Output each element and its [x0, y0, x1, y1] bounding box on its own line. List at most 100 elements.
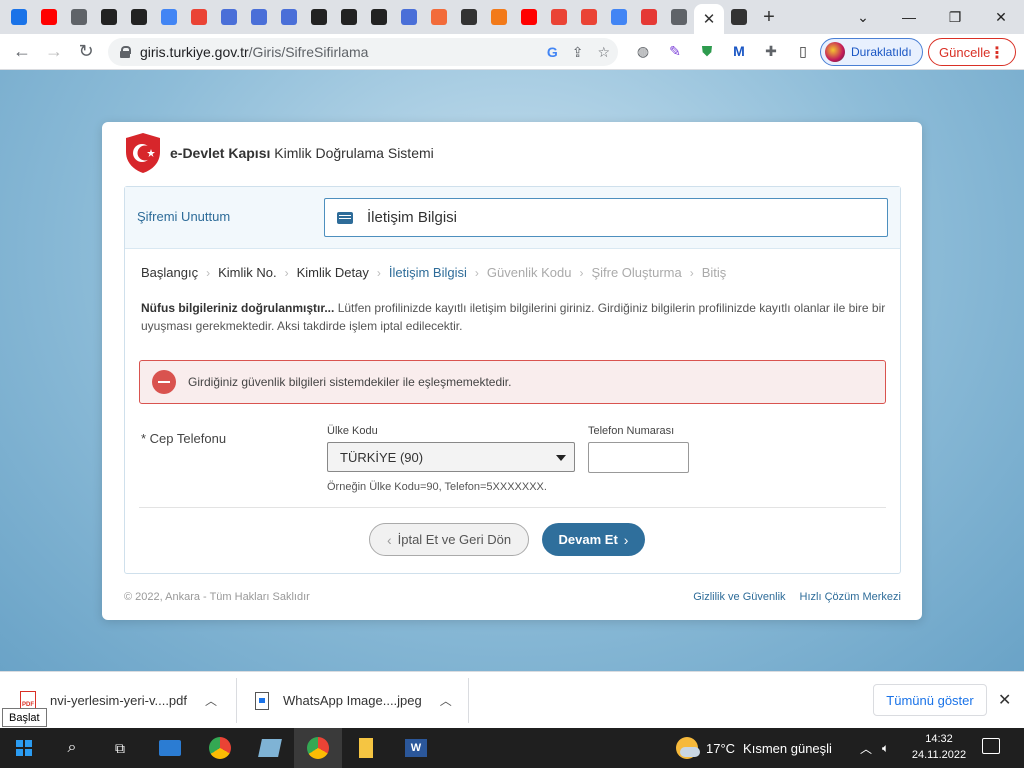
- tab[interactable]: [664, 0, 694, 34]
- m-extension-icon[interactable]: M: [728, 40, 750, 62]
- phone-number-input[interactable]: [588, 442, 689, 473]
- new-tab-button[interactable]: +: [754, 0, 784, 34]
- trendyol-icon: [491, 9, 507, 25]
- tab[interactable]: [574, 0, 604, 34]
- weather-widget[interactable]: 17°C Kısmen güneşli: [676, 728, 832, 768]
- google-icon: [611, 9, 627, 25]
- notes-app-icon[interactable]: [246, 728, 294, 768]
- cancel-button[interactable]: ‹ İptal Et ve Geri Dön: [369, 523, 529, 556]
- tab[interactable]: [304, 0, 334, 34]
- gmail-icon: [551, 9, 567, 25]
- chevron-right-icon: ›: [689, 265, 694, 280]
- site-icon: [131, 9, 147, 25]
- tab[interactable]: [124, 0, 154, 34]
- tab[interactable]: [724, 0, 754, 34]
- tab[interactable]: [484, 0, 514, 34]
- store-icon: [251, 9, 267, 25]
- chevron-up-icon[interactable]: ︿: [860, 740, 872, 757]
- chevron-up-icon[interactable]: ︿: [205, 692, 217, 709]
- address-bar[interactable]: giris.turkiye.gov.tr /Giris/SifreSifirla…: [108, 38, 618, 66]
- globe-extension-icon[interactable]: ◍: [632, 40, 654, 62]
- youtube-icon: [41, 9, 57, 25]
- share-icon[interactable]: ⇪: [572, 44, 584, 61]
- clock[interactable]: 14:32 24.11.2022: [909, 731, 969, 763]
- back-icon[interactable]: ←: [6, 36, 38, 68]
- tab[interactable]: [364, 0, 394, 34]
- tab[interactable]: [394, 0, 424, 34]
- word-icon[interactable]: W: [392, 728, 440, 768]
- continue-button[interactable]: Devam Et ›: [542, 523, 645, 556]
- forward-icon[interactable]: →: [38, 36, 70, 68]
- windows-icon: [16, 740, 32, 756]
- tab[interactable]: [214, 0, 244, 34]
- file-explorer-icon[interactable]: [342, 728, 390, 768]
- breadcrumb-step: Kimlik Detay: [296, 265, 369, 280]
- breadcrumb-step: Güvenlik Kodu: [486, 265, 572, 280]
- tab[interactable]: [64, 0, 94, 34]
- side-panel-icon[interactable]: ▯: [792, 40, 814, 62]
- close-download-bar-icon[interactable]: ✕: [998, 690, 1011, 710]
- tab[interactable]: [514, 0, 544, 34]
- active-tab[interactable]: ✕: [694, 4, 724, 34]
- divider: [139, 507, 886, 508]
- tab[interactable]: [4, 0, 34, 34]
- mail-icon[interactable]: [146, 728, 194, 768]
- chevron-up-icon[interactable]: ︿: [440, 692, 452, 709]
- lock-icon[interactable]: [120, 46, 131, 58]
- tab[interactable]: [34, 0, 64, 34]
- puzzle-icon[interactable]: ✚: [760, 40, 782, 62]
- chrome-icon[interactable]: [196, 728, 244, 768]
- tab[interactable]: [544, 0, 574, 34]
- notification-icon[interactable]: [982, 738, 1000, 754]
- tab[interactable]: [634, 0, 664, 34]
- chrome-active-icon[interactable]: [294, 728, 342, 768]
- download-filename: nvi-yerlesim-yeri-v....pdf: [50, 693, 188, 708]
- error-minus-icon: [152, 370, 176, 394]
- site-icon: [341, 9, 357, 25]
- reload-icon[interactable]: ↻: [70, 36, 102, 68]
- tab[interactable]: [454, 0, 484, 34]
- brand-title: e-Devlet Kapısı Kimlik Doğrulama Sistemi: [170, 145, 434, 161]
- system-tray: ︿ 🔈︎: [860, 728, 889, 768]
- tab-strip: ✕ + ⌄ — ❐ ✕: [0, 0, 1024, 34]
- tab[interactable]: [184, 0, 214, 34]
- more-menu-icon[interactable]: ⋮: [989, 43, 1005, 63]
- tab[interactable]: [154, 0, 184, 34]
- download-bar: PDF nvi-yerlesim-yeri-v....pdf ︿ WhatsAp…: [0, 671, 1024, 728]
- profile-button[interactable]: Duraklatıldı: [820, 38, 923, 66]
- start-button[interactable]: [0, 728, 48, 768]
- gmail-icon: [191, 9, 207, 25]
- page-viewport: e-Devlet Kapısı Kimlik Doğrulama Sistemi…: [0, 70, 1024, 671]
- download-item[interactable]: WhatsApp Image....jpeg ︿: [255, 672, 452, 729]
- tab[interactable]: [604, 0, 634, 34]
- download-item[interactable]: PDF nvi-yerlesim-yeri-v....pdf ︿: [20, 672, 217, 729]
- close-tab-icon[interactable]: ✕: [703, 10, 716, 28]
- bookmark-star-icon[interactable]: ☆: [597, 44, 610, 61]
- site-icon: [101, 9, 117, 25]
- show-all-button[interactable]: Tümünü göster: [873, 684, 987, 716]
- pen-extension-icon[interactable]: ✎: [664, 40, 686, 62]
- tab[interactable]: [334, 0, 364, 34]
- country-code-select[interactable]: TÜRKİYE (90): [327, 442, 575, 472]
- task-view-icon[interactable]: ⧉: [96, 728, 144, 768]
- help-center-link[interactable]: Hızlı Çözüm Merkezi: [800, 591, 901, 603]
- shield-extension-icon[interactable]: ⛊: [696, 40, 718, 62]
- privacy-link[interactable]: Gizlilik ve Güvenlik: [693, 591, 785, 603]
- close-window-icon[interactable]: ✕: [978, 0, 1024, 34]
- url-host: giris.turkiye.gov.tr: [140, 44, 249, 60]
- restore-icon[interactable]: ❐: [932, 0, 978, 34]
- taskbar: ⌕ ⧉ W 17°C Kısmen güneşli ︿ 🔈︎ 14:32 24.…: [0, 728, 1024, 768]
- google-translate-icon[interactable]: G: [547, 44, 558, 60]
- tab[interactable]: [94, 0, 124, 34]
- clock-date: 24.11.2022: [911, 749, 967, 761]
- volume-icon[interactable]: 🔈︎: [882, 741, 889, 756]
- minimize-icon[interactable]: —: [886, 0, 932, 34]
- tab[interactable]: [244, 0, 274, 34]
- update-button[interactable]: Güncelle ⋮: [928, 38, 1016, 66]
- breadcrumb-step: Kimlik No.: [218, 265, 277, 280]
- breadcrumb-step: Başlangıç: [141, 265, 199, 280]
- search-icon[interactable]: ⌕: [48, 728, 96, 768]
- tab-search-icon[interactable]: ⌄: [840, 0, 886, 34]
- tab[interactable]: [424, 0, 454, 34]
- tab[interactable]: [274, 0, 304, 34]
